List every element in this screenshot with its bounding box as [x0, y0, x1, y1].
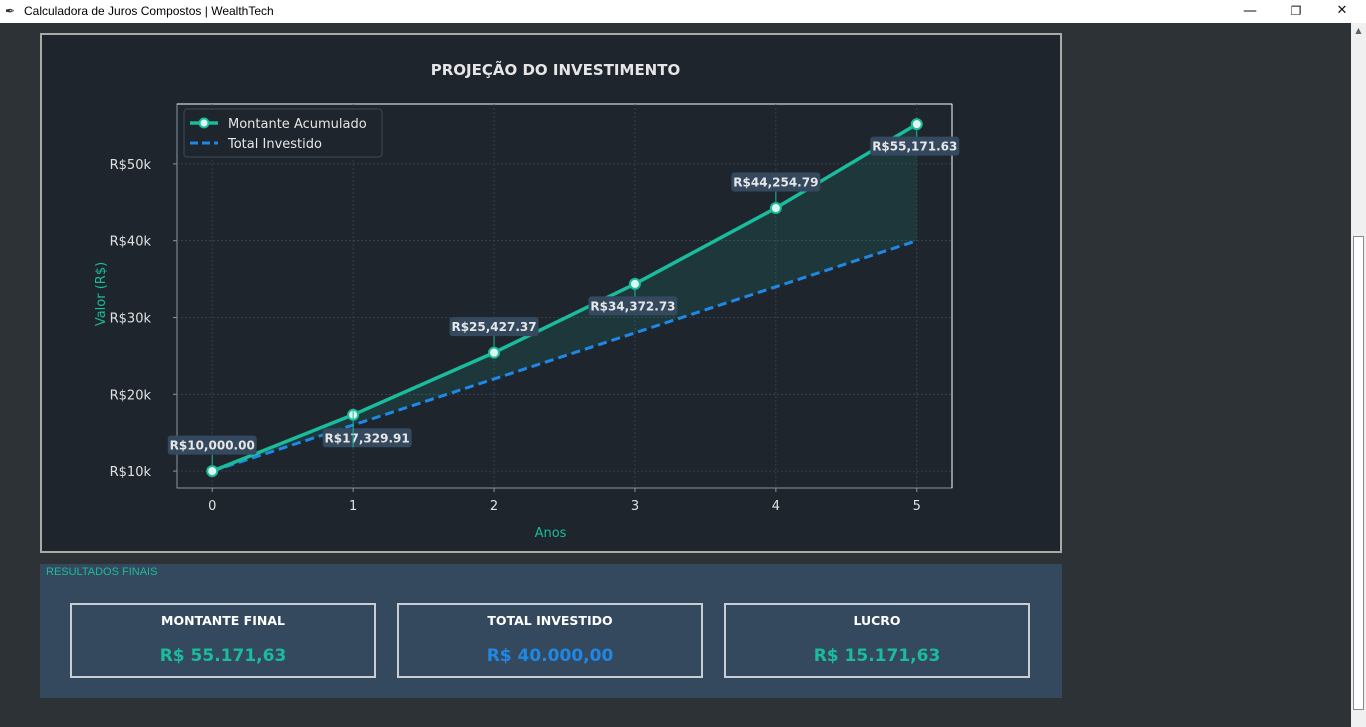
y-tick-label: R$50k	[110, 158, 152, 173]
feather-icon: ✒	[5, 4, 16, 18]
scroll-up-arrow-icon[interactable]: ▲	[1351, 23, 1366, 38]
card-title: MONTANTE FINAL	[161, 613, 285, 628]
legend-label-total: Total Investido	[227, 137, 322, 152]
y-tick-label: R$40k	[110, 235, 152, 250]
card-title: LUCRO	[853, 613, 901, 628]
maximize-button[interactable]: ❐	[1273, 0, 1319, 23]
plot-frame	[176, 103, 953, 489]
y-tick-label: R$10k	[110, 465, 152, 480]
y-axis-label: Valor (R$)	[94, 262, 109, 326]
minimize-button[interactable]: —	[1227, 0, 1273, 23]
vertical-scrollbar[interactable]: ▲	[1351, 23, 1366, 727]
data-label: R$34,372.73	[590, 299, 675, 313]
x-tick-label: 5	[913, 499, 921, 514]
data-label: R$44,254.79	[733, 176, 818, 190]
profit-card: LUCRO R$ 15.171,63	[724, 603, 1030, 678]
x-tick-label: 1	[349, 499, 357, 514]
card-title: TOTAL INVESTIDO	[487, 613, 613, 628]
results-section-label: RESULTADOS FINAIS	[46, 566, 158, 578]
x-tick-label: 4	[772, 499, 780, 514]
window-titlebar: ✒ Calculadora de Juros Compostos | Wealt…	[0, 0, 1366, 23]
data-point	[206, 465, 219, 478]
legend-label-montante: Montante Acumulado	[228, 117, 367, 132]
y-tick-label: R$20k	[110, 388, 152, 403]
data-point	[910, 118, 923, 131]
data-point	[628, 277, 641, 290]
x-tick-label: 2	[490, 499, 498, 514]
total-invested-card: TOTAL INVESTIDO R$ 40.000,00	[397, 603, 703, 678]
scroll-thumb[interactable]	[1353, 236, 1364, 710]
investment-chart: PROJEÇÃO DO INVESTIMENTO 0 1 2 3 4 5 R$10k R$20k…	[94, 60, 960, 541]
x-axis-label: Anos	[535, 526, 567, 541]
chart-title: PROJEÇÃO DO INVESTIMENTO	[431, 60, 680, 79]
data-label: R$10,000.00	[170, 439, 255, 453]
results-panel: RESULTADOS FINAIS MONTANTE FINAL R$ 55.1…	[40, 564, 1062, 698]
profit-value: R$ 15.171,63	[813, 646, 941, 666]
window-title: Calculadora de Juros Compostos | WealthT…	[24, 4, 274, 18]
x-tick-label: 0	[208, 499, 216, 514]
y-tick-label: R$30k	[110, 312, 152, 327]
legend-marker-montante	[198, 117, 210, 129]
close-button[interactable]: ✕	[1319, 0, 1365, 23]
data-label: R$55,171.63	[872, 140, 957, 154]
total-invested-value: R$ 40.000,00	[486, 646, 614, 666]
data-point	[488, 346, 501, 359]
x-tick-label: 3	[631, 499, 639, 514]
data-label: R$17,329.91	[325, 431, 410, 445]
final-amount-value: R$ 55.171,63	[159, 646, 287, 666]
data-point	[769, 202, 782, 215]
series-line-total-investido	[211, 239, 918, 473]
final-amount-card: MONTANTE FINAL R$ 55.171,63	[70, 603, 376, 678]
data-label: R$25,427.37	[451, 320, 536, 334]
chart-panel: PROJEÇÃO DO INVESTIMENTO 0 1 2 3 4 5 R$10k R$20k…	[40, 33, 1062, 553]
